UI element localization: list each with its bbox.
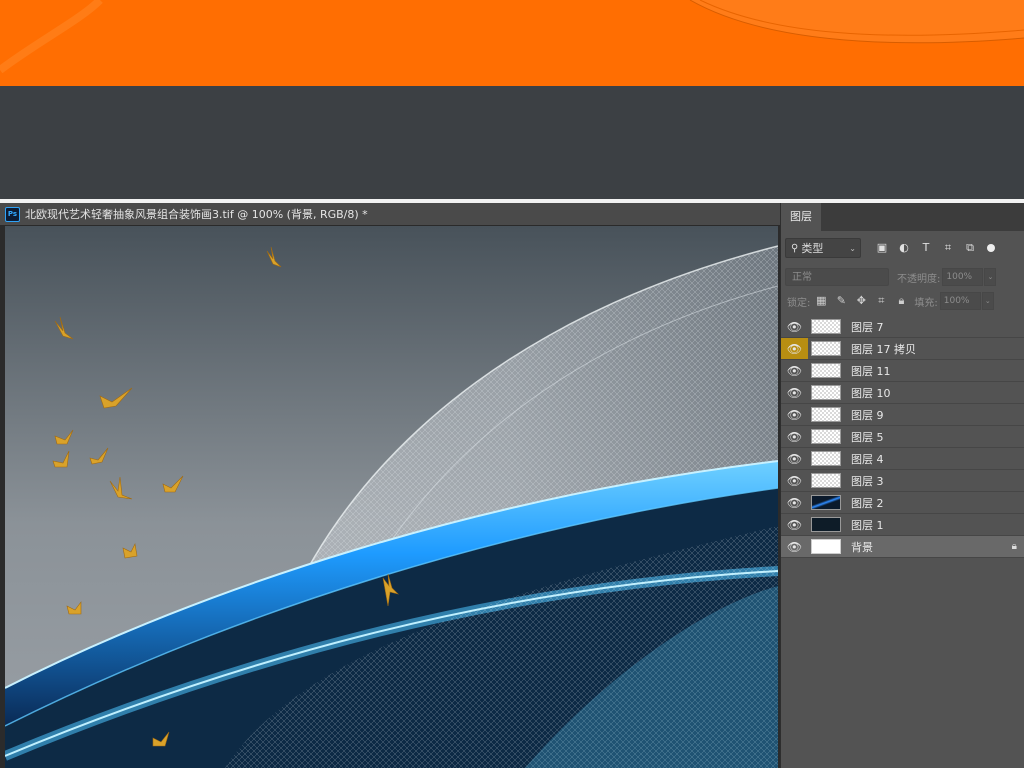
lock-icon: 🔒︎ bbox=[1011, 541, 1017, 552]
layer-row[interactable]: 👁︎ 图层 5 bbox=[781, 426, 1024, 448]
eye-icon[interactable]: 👁︎ bbox=[781, 536, 808, 557]
filter-row: ⚲ 类型 ⌄ ▣ ◐ T ⌗ ⧉ bbox=[781, 236, 1024, 260]
lock-position-icon[interactable]: ✥ bbox=[852, 292, 870, 310]
eye-icon[interactable]: 👁︎ bbox=[781, 316, 808, 337]
filter-kind-select[interactable]: ⚲ 类型 ⌄ bbox=[785, 238, 861, 258]
smart-object-filter-icon[interactable]: ⧉ bbox=[961, 239, 979, 257]
layer-row[interactable]: 👁︎ 图层 17 拷贝 bbox=[781, 338, 1024, 360]
banner-decoration bbox=[0, 0, 1024, 74]
blend-mode-value: 正常 bbox=[792, 272, 812, 283]
eye-icon[interactable]: 👁︎ bbox=[781, 492, 808, 513]
type-filter-icon[interactable]: T bbox=[917, 239, 935, 257]
layer-row[interactable]: 👁︎ 图层 3 bbox=[781, 470, 1024, 492]
layer-name: 图层 10 bbox=[851, 386, 891, 400]
layer-row[interactable]: 👁︎ 图层 9 bbox=[781, 404, 1024, 426]
shape-filter-icon[interactable]: ⌗ bbox=[939, 239, 957, 257]
filter-kind-value: 类型 bbox=[801, 242, 824, 255]
panel-tab-bar: 图层 bbox=[781, 203, 1024, 231]
layer-row[interactable]: 👁︎ 图层 7 bbox=[781, 316, 1024, 338]
document-title: 北欧现代艺术轻奢抽象风景组合装饰画3.tif @ 100% (背景, RGB/8… bbox=[25, 208, 368, 221]
layer-thumbnail bbox=[811, 341, 841, 356]
eye-icon[interactable]: 👁︎ bbox=[781, 426, 808, 447]
fill-dropdown-icon[interactable]: ⌄ bbox=[981, 292, 994, 310]
search-icon: ⚲ bbox=[791, 242, 799, 254]
layer-thumbnail bbox=[811, 363, 841, 378]
eye-icon[interactable]: 👁︎ bbox=[781, 382, 808, 403]
eye-icon[interactable]: 👁︎ bbox=[781, 448, 808, 469]
layer-row[interactable]: 👁︎ 图层 10 bbox=[781, 382, 1024, 404]
lock-paint-icon[interactable]: ✎ bbox=[832, 292, 850, 310]
fill-input[interactable]: 100% bbox=[939, 292, 981, 310]
layer-thumbnail bbox=[811, 429, 841, 444]
layer-row-background[interactable]: 👁︎ 背景 🔒︎ bbox=[781, 536, 1024, 558]
blend-row: 正常 不透明度: 100% ⌄ bbox=[781, 265, 1024, 289]
lock-row: 锁定: ▦ ✎ ✥ ⌗ 🔒︎ 填充: 100% ⌄ bbox=[781, 289, 1024, 313]
lock-transparent-icon[interactable]: ▦ bbox=[812, 292, 830, 310]
opacity-dropdown-icon[interactable]: ⌄ bbox=[984, 268, 997, 286]
image-canvas[interactable] bbox=[5, 226, 778, 768]
chevron-down-icon: ⌄ bbox=[849, 243, 856, 253]
layer-thumbnail bbox=[811, 319, 841, 334]
layer-thumbnail bbox=[811, 473, 841, 488]
lock-all-icon[interactable]: 🔒︎ bbox=[892, 292, 910, 310]
layer-name: 图层 17 拷贝 bbox=[851, 342, 916, 356]
layer-thumbnail bbox=[811, 385, 841, 400]
layer-name: 图层 5 bbox=[851, 430, 884, 444]
opacity-input[interactable]: 100% bbox=[942, 268, 984, 286]
lock-artboard-icon[interactable]: ⌗ bbox=[872, 292, 890, 310]
eye-icon[interactable]: 👁︎ bbox=[781, 470, 808, 491]
dark-band bbox=[0, 86, 1024, 199]
eye-icon[interactable]: 👁︎ bbox=[781, 360, 808, 381]
layer-name: 图层 2 bbox=[851, 496, 884, 510]
tab-layers[interactable]: 图层 bbox=[781, 203, 821, 231]
layer-name: 图层 9 bbox=[851, 408, 884, 422]
document-window: Ps 北欧现代艺术轻奢抽象风景组合装饰画3.tif @ 100% (背景, RG… bbox=[0, 203, 780, 768]
orange-banner bbox=[0, 0, 1024, 86]
photoshop-icon: Ps bbox=[5, 206, 20, 222]
eye-icon[interactable]: 👁︎ bbox=[781, 514, 808, 535]
blend-mode-select[interactable]: 正常 bbox=[785, 268, 889, 286]
layer-thumbnail bbox=[811, 495, 841, 510]
layer-name: 图层 4 bbox=[851, 452, 884, 466]
fill-label: 填充: bbox=[914, 297, 938, 309]
layer-thumbnail bbox=[811, 517, 841, 532]
layers-panel: 图层 ⚲ 类型 ⌄ ▣ ◐ T ⌗ ⧉ 正常 不透明度: 100% ⌄ 锁定: … bbox=[780, 203, 1024, 768]
layer-thumbnail bbox=[811, 539, 841, 554]
eye-icon[interactable]: 👁︎ bbox=[781, 338, 808, 359]
layer-row[interactable]: 👁︎ 图层 11 bbox=[781, 360, 1024, 382]
document-tab[interactable]: Ps 北欧现代艺术轻奢抽象风景组合装饰画3.tif @ 100% (背景, RG… bbox=[0, 203, 780, 226]
layer-row[interactable]: 👁︎ 图层 2 bbox=[781, 492, 1024, 514]
layer-row[interactable]: 👁︎ 图层 4 bbox=[781, 448, 1024, 470]
eye-icon[interactable]: 👁︎ bbox=[781, 404, 808, 425]
opacity-label: 不透明度: bbox=[897, 273, 941, 285]
artwork bbox=[5, 226, 778, 768]
layer-name: 图层 1 bbox=[851, 518, 884, 532]
layer-thumbnail bbox=[811, 451, 841, 466]
layer-thumbnail bbox=[811, 407, 841, 422]
layer-name: 图层 3 bbox=[851, 474, 884, 488]
layer-row[interactable]: 👁︎ 图层 1 bbox=[781, 514, 1024, 536]
filter-toggle[interactable] bbox=[987, 244, 995, 252]
lock-label: 锁定: bbox=[787, 297, 811, 309]
image-filter-icon[interactable]: ▣ bbox=[873, 239, 891, 257]
layer-name: 背景 bbox=[851, 540, 873, 554]
layer-name: 图层 7 bbox=[851, 320, 884, 334]
layer-list: 👁︎ 图层 7 👁︎ 图层 17 拷贝 👁︎ 图层 11 👁︎ 图层 10 👁︎… bbox=[781, 316, 1024, 558]
adjustment-filter-icon[interactable]: ◐ bbox=[895, 239, 913, 257]
layer-name: 图层 11 bbox=[851, 364, 891, 378]
